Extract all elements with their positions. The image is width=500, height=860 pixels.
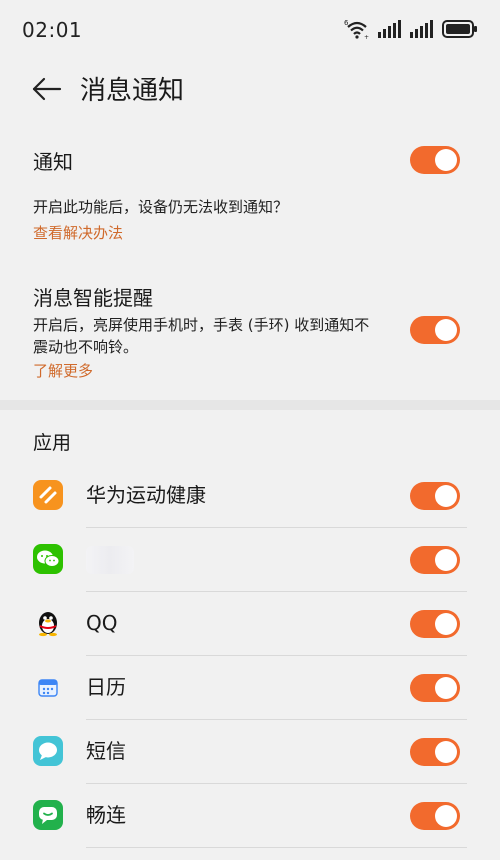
signal-icon (378, 20, 402, 38)
app-name: 日历 (86, 675, 126, 699)
app-toggle[interactable] (410, 738, 460, 766)
smart-reminder-description-line1: 开启后，亮屏使用手机时，手表 (手环) 收到通知不 (33, 316, 370, 334)
back-button[interactable] (26, 72, 68, 110)
battery-icon (442, 20, 478, 38)
apps-header: 应用 (33, 432, 72, 454)
app-toggle[interactable] (410, 546, 460, 574)
app-toggle[interactable] (410, 674, 460, 702)
list-item[interactable]: 华为运动健康 (0, 464, 500, 528)
page-title: 消息通知 (80, 76, 185, 106)
obscured-name (86, 546, 134, 574)
smart-reminder-toggle[interactable] (410, 316, 460, 344)
smart-reminder-title: 消息智能提醒 (33, 286, 153, 310)
app-bar: 消息通知 (0, 58, 500, 124)
troubleshoot-link[interactable]: 查看解决办法 (33, 222, 123, 243)
list-item[interactable]: QQ (0, 592, 500, 656)
settings-section: 通知 开启此功能后，设备仍无法收到通知？ 查看解决办法 消息智能提醒 开启后，亮… (0, 124, 500, 400)
app-name: 华为运动健康 (86, 483, 206, 507)
list-item[interactable]: 畅连 (0, 784, 500, 848)
notification-toggle[interactable] (410, 146, 460, 174)
app-name: 畅连 (86, 803, 126, 827)
arrow-left-icon (32, 77, 62, 105)
notification-description: 开启此功能后，设备仍无法收到通知？ (33, 198, 289, 216)
status-icons: 6 + (344, 18, 478, 40)
apps-section: 应用 华为运动健康 QQ 日历 短信 畅连 (0, 410, 500, 860)
section-divider (0, 400, 500, 410)
wechat-icon (33, 544, 63, 574)
smart-reminder-description-line2: 震动也不响铃。 (33, 338, 139, 356)
app-name: QQ (86, 611, 118, 635)
messages-icon (33, 736, 63, 766)
list-item[interactable]: 日历 (0, 656, 500, 720)
status-time: 02:01 (22, 18, 83, 42)
learn-more-link[interactable]: 了解更多 (33, 360, 93, 381)
app-name: 短信 (86, 739, 126, 763)
svg-text:+: + (364, 34, 369, 40)
signal-icon (410, 20, 434, 38)
calendar-icon (33, 672, 63, 702)
row-divider (86, 847, 467, 848)
huawei-health-icon (33, 480, 63, 510)
app-toggle[interactable] (410, 610, 460, 638)
list-item[interactable]: 短信 (0, 720, 500, 784)
app-toggle[interactable] (410, 482, 460, 510)
list-item[interactable] (0, 528, 500, 592)
qq-penguin-icon (33, 608, 63, 638)
notification-title: 通知 (33, 150, 73, 174)
status-bar: 02:01 6 + (0, 0, 500, 58)
wifi-6-icon: 6 + (344, 18, 370, 40)
meetime-icon (33, 800, 63, 830)
app-toggle[interactable] (410, 802, 460, 830)
